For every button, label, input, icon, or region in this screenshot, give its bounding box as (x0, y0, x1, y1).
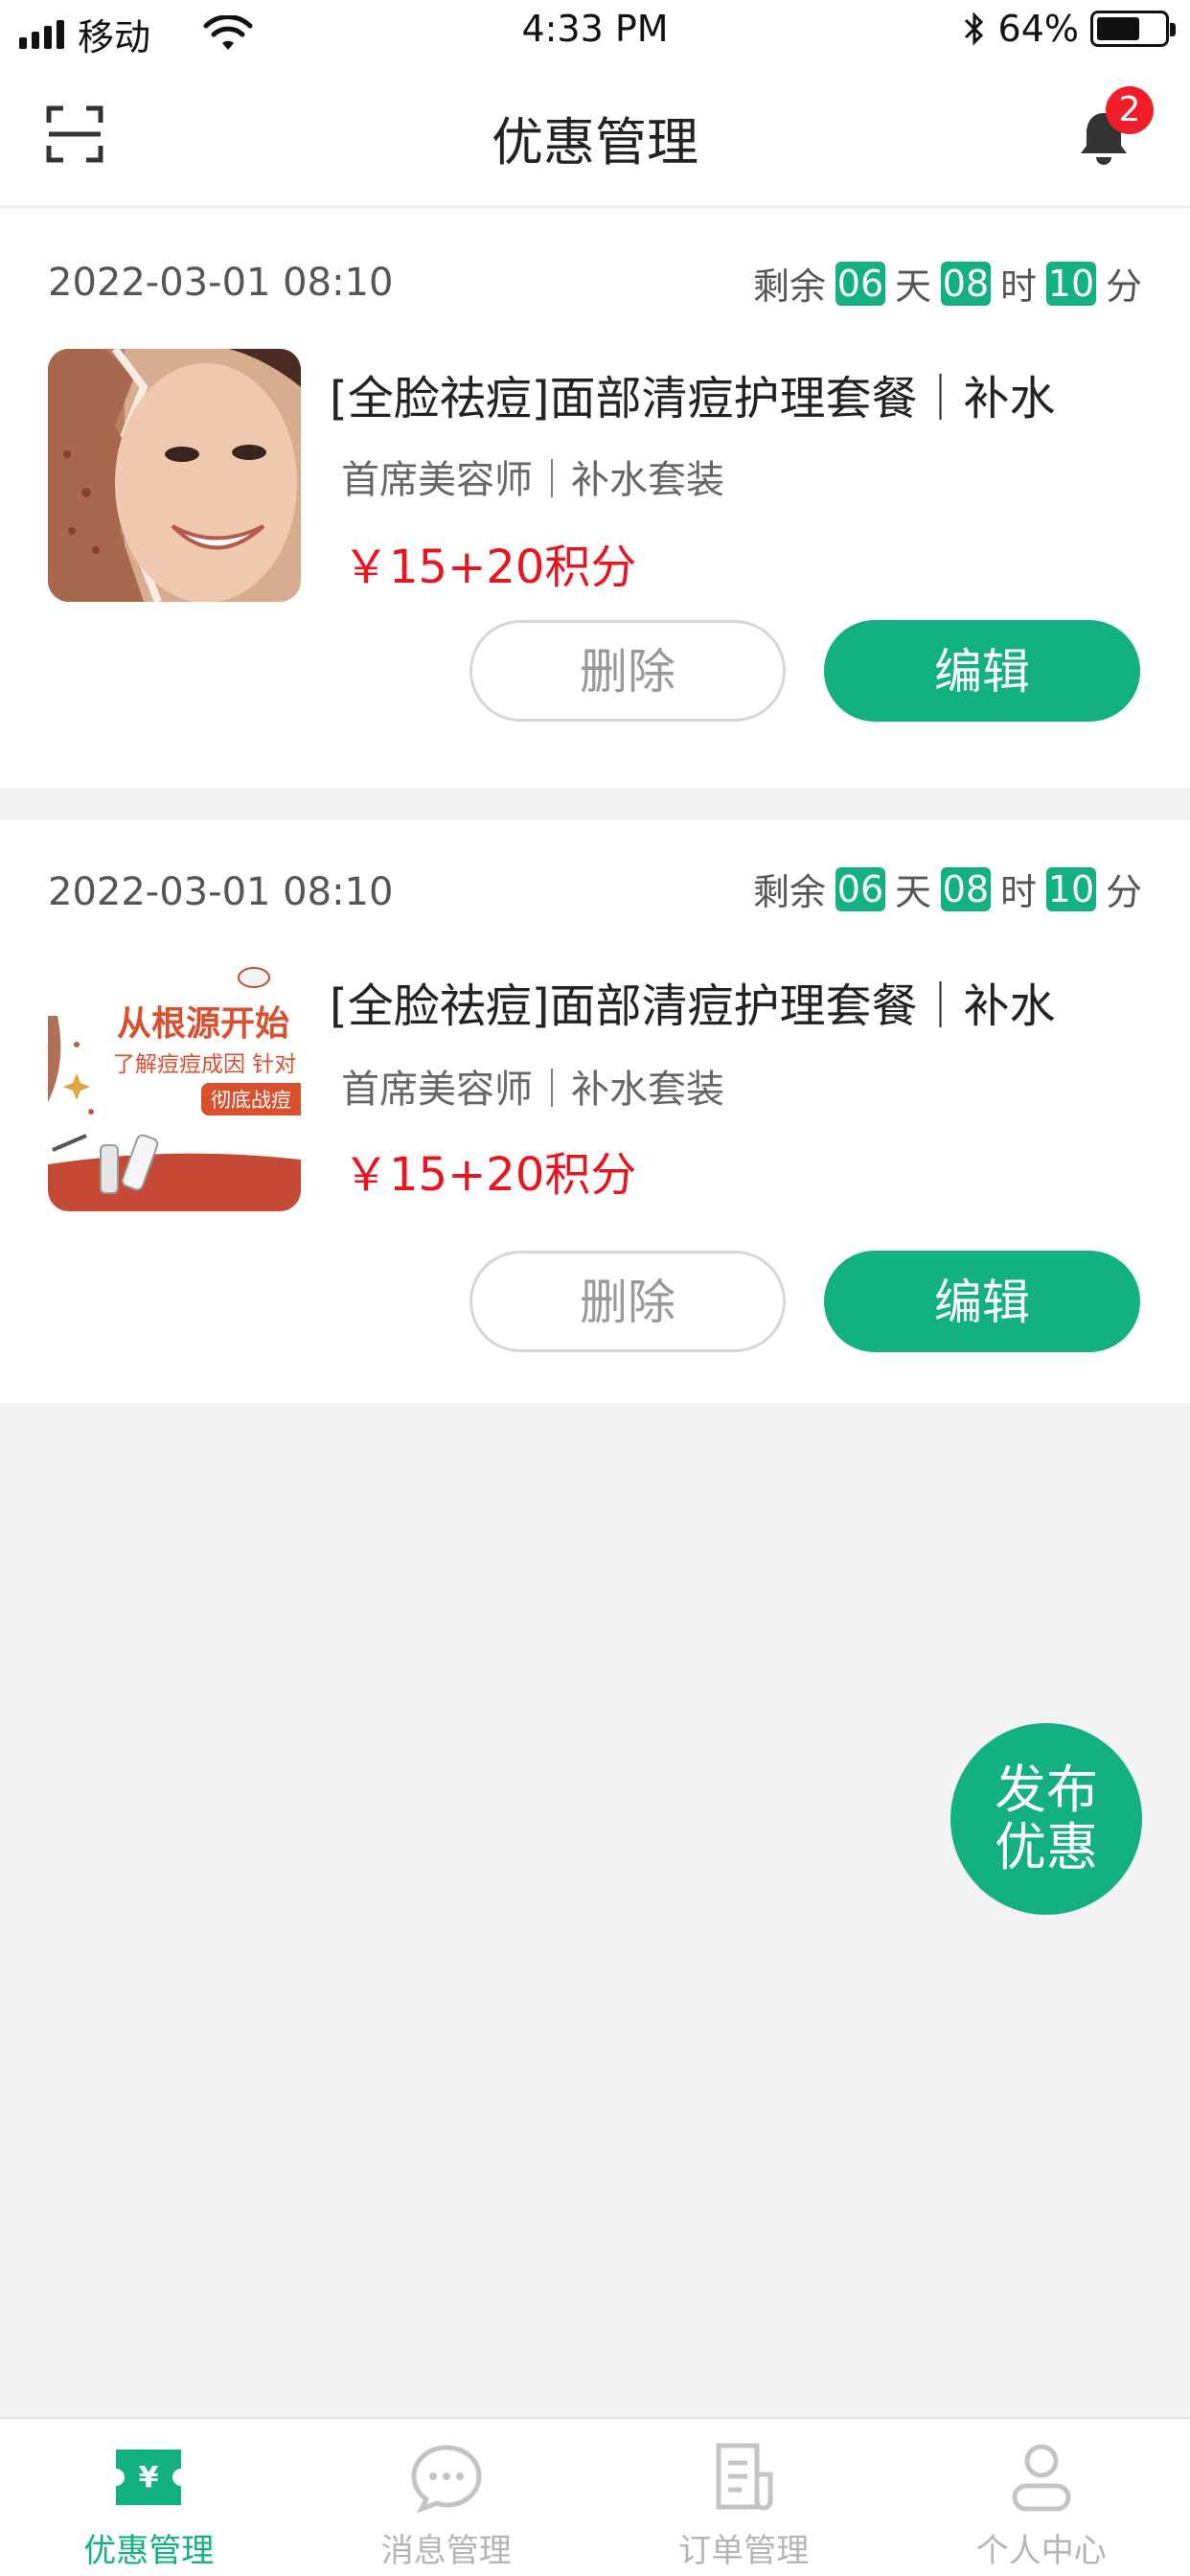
countdown-hour-unit: 时 (999, 871, 1037, 913)
svg-text:¥: ¥ (139, 2461, 159, 2495)
countdown-day-unit: 天 (894, 871, 931, 913)
coupon-icon: ¥ (116, 2450, 182, 2505)
countdown: 剩余 06 天 08 时 10 分 (753, 862, 1142, 915)
tab-bar: ¥ 优惠管理 消息管理 订单管理 个人中心 (0, 2417, 1190, 2576)
bluetooth-icon (964, 12, 983, 46)
countdown-minute-unit: 分 (1105, 265, 1142, 308)
tab-coupon-management[interactable]: ¥ 优惠管理 (0, 2419, 298, 2576)
page-title: 优惠管理 (492, 112, 698, 172)
status-right: 64% (962, 8, 1176, 50)
tab-label: 优惠管理 (83, 2532, 215, 2570)
product-title[interactable]: [全脸祛痘]面部清痘护理套餐｜补水 (330, 360, 1055, 427)
chat-icon (411, 2445, 482, 2513)
publish-coupon-button[interactable]: 发布 优惠 (950, 1723, 1142, 1915)
countdown-day-unit: 天 (894, 265, 931, 308)
product-title[interactable]: [全脸祛痘]面部清痘护理套餐｜补水 (330, 968, 1055, 1035)
product-subtitle: 首席美容师｜补水套装 (341, 1068, 724, 1112)
notification-button[interactable]: 2 (1073, 86, 1154, 169)
coupon-card: 2022-03-01 08:10 剩余 06 天 08 时 10 分 从根源开始… (0, 820, 1190, 1403)
battery-percent: 64% (997, 8, 1079, 50)
tab-label: 个人中心 (975, 2532, 1107, 2570)
tab-message-management[interactable]: 消息管理 (298, 2419, 596, 2576)
edit-button[interactable]: 编辑 (824, 620, 1140, 722)
countdown-hour-unit: 时 (999, 265, 1037, 308)
countdown-prefix: 剩余 (752, 871, 826, 913)
countdown-minute-unit: 分 (1105, 871, 1142, 913)
product-thumbnail[interactable] (48, 349, 301, 602)
card-date: 2022-03-01 08:10 (48, 261, 394, 305)
product-thumbnail[interactable]: 从根源开始 了解痘痘成因 针对 彻底战痘 (48, 958, 301, 1211)
banner-image: 从根源开始 了解痘痘成因 针对 彻底战痘 (48, 958, 301, 1211)
countdown-hours: 08 (940, 261, 991, 306)
edit-button[interactable]: 编辑 (824, 1251, 1140, 1352)
countdown-minutes: 10 (1045, 866, 1096, 911)
tab-label: 订单管理 (678, 2532, 810, 2570)
fab-line2: 优惠 (995, 1817, 1098, 1877)
tab-order-management[interactable]: 订单管理 (595, 2419, 893, 2576)
nav-bar: 优惠管理 2 (0, 63, 1190, 207)
user-icon (1012, 2444, 1071, 2512)
countdown: 剩余 06 天 08 时 10 分 (753, 257, 1142, 310)
delete-button[interactable]: 删除 (469, 620, 786, 722)
countdown-minutes: 10 (1045, 261, 1096, 306)
product-subtitle: 首席美容师｜补水套装 (341, 458, 724, 502)
order-icon (716, 2443, 773, 2511)
countdown-prefix: 剩余 (752, 265, 826, 308)
delete-button[interactable]: 删除 (469, 1251, 786, 1352)
product-price: ￥15+20积分 (343, 540, 637, 594)
tab-label: 消息管理 (380, 2532, 512, 2570)
product-price: ￥15+20积分 (343, 1148, 637, 1202)
face-photo (48, 349, 301, 602)
fab-line1: 发布 (995, 1760, 1098, 1820)
banner-subline: 了解痘痘成因 针对 (113, 1052, 296, 1077)
countdown-days: 06 (835, 866, 885, 911)
battery-icon (1090, 11, 1176, 47)
coupon-card: 2022-03-01 08:10 剩余 06 天 08 时 10 分 [全脸祛痘… (0, 209, 1190, 788)
notification-badge: 2 (1106, 86, 1154, 134)
tab-personal-center[interactable]: 个人中心 (893, 2419, 1190, 2576)
card-date: 2022-03-01 08:10 (48, 870, 394, 914)
banner-headline: 从根源开始 (117, 1004, 289, 1044)
countdown-hours: 08 (940, 866, 991, 911)
status-bar: 移动 4:33 PM 64% (0, 0, 1190, 63)
banner-tag: 彻底战痘 (211, 1089, 291, 1112)
countdown-days: 06 (835, 261, 885, 306)
